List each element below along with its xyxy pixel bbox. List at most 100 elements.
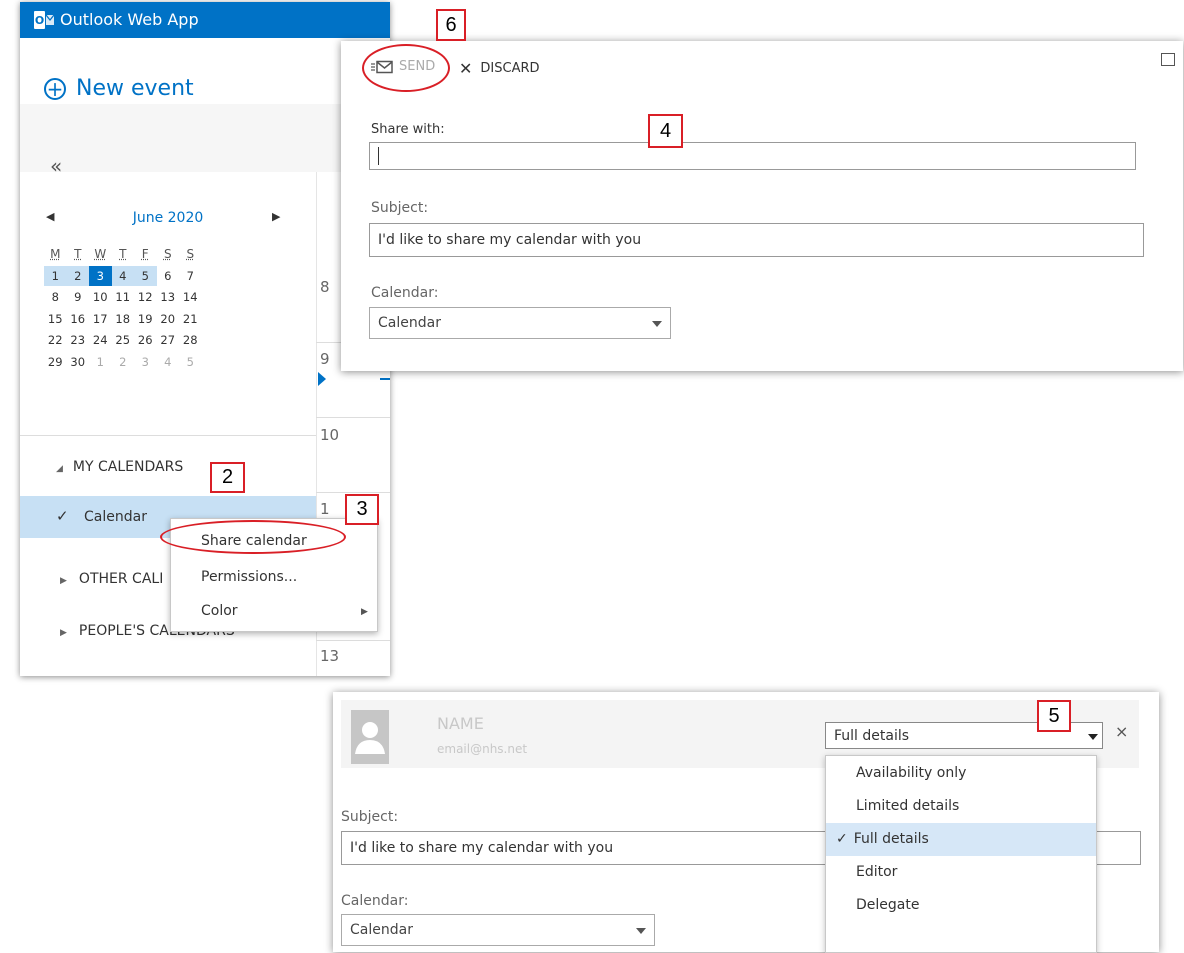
discard-button[interactable]: ✕ DISCARD xyxy=(459,59,540,78)
weekday-label: F xyxy=(141,247,149,261)
calendar-week-row: 15 16 17 18 19 20 21 xyxy=(44,309,202,331)
current-time-marker-icon xyxy=(318,372,326,386)
calendar-label: Calendar: xyxy=(371,285,439,301)
calendar-day[interactable]: 14 xyxy=(179,287,202,307)
calendar-day[interactable]: 5 xyxy=(134,265,157,286)
calendar-day[interactable]: 17 xyxy=(89,309,112,329)
text-cursor xyxy=(378,147,379,165)
weekday-label: T xyxy=(74,247,82,261)
calendar-day[interactable]: 26 xyxy=(134,330,157,350)
calendar-week-row: 22 23 24 25 26 27 28 xyxy=(44,330,202,352)
calendar-day[interactable]: 8 xyxy=(44,287,67,307)
subject-label: Subject: xyxy=(371,200,429,216)
collapse-triangle-icon: ◢ xyxy=(56,464,63,474)
calendar-day[interactable]: 11 xyxy=(112,287,135,307)
calendar-day[interactable]: 19 xyxy=(134,309,157,329)
calendar-week-row: 8 9 10 11 12 13 14 xyxy=(44,287,202,309)
weekday-label: T xyxy=(119,247,127,261)
calendar-day[interactable]: 28 xyxy=(179,330,202,350)
new-event-button[interactable]: + New event xyxy=(44,76,194,101)
menu-item-permissions[interactable]: Permissions... xyxy=(201,569,297,585)
calendar-week-row: 29 30 1 2 3 4 5 xyxy=(44,352,202,374)
weekday-label: M xyxy=(50,247,61,261)
calendar-day[interactable]: 27 xyxy=(157,330,180,350)
calendar-day[interactable]: 22 xyxy=(44,330,67,350)
remove-recipient-icon[interactable]: × xyxy=(1115,722,1128,741)
hour-label: 10 xyxy=(320,426,340,444)
weekday-label: S xyxy=(186,247,195,261)
option-label: Full details xyxy=(853,831,929,847)
expand-triangle-icon: ▶ xyxy=(60,628,67,638)
recipient-name: NAME xyxy=(437,714,484,733)
hour-label: 1 xyxy=(320,500,330,518)
hour-label: 13 xyxy=(320,647,340,665)
calendar-day[interactable]: 16 xyxy=(67,309,90,329)
next-month-arrow-icon[interactable]: ▶ xyxy=(272,210,280,223)
calendar-day[interactable]: 9 xyxy=(67,287,90,307)
calendar-day[interactable]: 23 xyxy=(67,330,90,350)
new-event-label: New event xyxy=(76,76,194,101)
avatar xyxy=(351,710,389,764)
checkmark-icon: ✓ xyxy=(836,831,848,847)
close-x-icon: ✕ xyxy=(459,59,473,78)
popout-window-icon[interactable] xyxy=(1161,53,1175,66)
plus-circle-icon: + xyxy=(44,77,66,100)
calendar-select[interactable]: Calendar xyxy=(369,307,671,339)
calendar-select-value: Calendar xyxy=(350,922,413,938)
calendar-week-row: 1 2 3 4 5 6 7 xyxy=(44,265,202,288)
weekday-label: S xyxy=(163,247,172,261)
calendar-day-next-month[interactable]: 4 xyxy=(157,352,180,372)
calendar-day[interactable]: 4 xyxy=(111,265,134,286)
permission-level-dropdown: Availability only Limited details ✓ Full … xyxy=(825,755,1097,953)
calendar-day[interactable]: 13 xyxy=(157,287,180,307)
hour-label: 8 xyxy=(320,278,330,296)
subject-label: Subject: xyxy=(341,809,399,825)
app-header: O Outlook Web App xyxy=(20,2,390,38)
discard-label: DISCARD xyxy=(480,61,540,76)
my-calendars-label: MY CALENDARS xyxy=(72,459,184,475)
other-calendars-header[interactable]: ▶ OTHER CALI xyxy=(60,571,163,587)
calendar-day[interactable]: 12 xyxy=(134,287,157,307)
collapse-pane-button[interactable]: « xyxy=(50,154,62,178)
calendar-day-selected[interactable]: 3 xyxy=(89,265,112,286)
other-calendars-label: OTHER CALI xyxy=(78,571,164,587)
calendar-select[interactable]: Calendar xyxy=(341,914,655,946)
calendar-day[interactable]: 21 xyxy=(179,309,202,329)
my-calendars-header[interactable]: ◢ MY CALENDARS xyxy=(56,459,183,475)
calendar-day[interactable]: 7 xyxy=(179,266,202,286)
option-full-details-selected[interactable]: ✓ Full details xyxy=(826,823,1096,856)
calendar-day[interactable]: 30 xyxy=(67,352,90,372)
option-delegate[interactable]: Delegate xyxy=(826,889,1096,922)
hour-divider xyxy=(316,417,390,418)
outlook-logo-icon: O xyxy=(34,11,54,29)
calendar-day[interactable]: 24 xyxy=(89,330,112,350)
calendar-day-next-month[interactable]: 1 xyxy=(89,352,112,372)
calendar-day[interactable]: 6 xyxy=(157,266,180,286)
step-4-marker: 4 xyxy=(648,114,683,148)
hour-label: 9 xyxy=(320,350,330,368)
option-limited-details[interactable]: Limited details xyxy=(826,790,1096,823)
calendar-day[interactable]: 1 xyxy=(44,265,67,286)
calendar-day[interactable]: 15 xyxy=(44,309,67,329)
calendar-day[interactable]: 29 xyxy=(44,352,67,372)
calendar-day[interactable]: 18 xyxy=(112,309,135,329)
calendar-day-next-month[interactable]: 3 xyxy=(134,352,157,372)
menu-item-color[interactable]: Color xyxy=(201,603,238,619)
option-availability-only[interactable]: Availability only xyxy=(826,757,1096,790)
calendar-day[interactable]: 25 xyxy=(112,330,135,350)
calendar-day[interactable]: 20 xyxy=(157,309,180,329)
calendar-day-next-month[interactable]: 5 xyxy=(179,352,202,372)
person-icon xyxy=(355,722,385,754)
share-with-input[interactable] xyxy=(369,142,1136,170)
option-editor[interactable]: Editor xyxy=(826,856,1096,889)
permission-level-value: Full details xyxy=(834,727,910,744)
svg-text:O: O xyxy=(35,14,44,27)
subject-input[interactable]: I'd like to share my calendar with you xyxy=(369,223,1144,257)
outlook-calendar-panel: O Outlook Web App + New event « ◀ June 2… xyxy=(20,2,390,676)
calendar-day[interactable]: 10 xyxy=(89,287,112,307)
step-5-marker: 5 xyxy=(1037,700,1071,732)
calendar-day[interactable]: 2 xyxy=(66,265,89,286)
calendar-day-next-month[interactable]: 2 xyxy=(112,352,135,372)
weekday-header-row: M T W T F S S xyxy=(44,244,202,266)
mini-calendar-grid: M T W T F S S 1 2 3 4 5 6 7 8 9 10 11 12… xyxy=(44,244,202,373)
